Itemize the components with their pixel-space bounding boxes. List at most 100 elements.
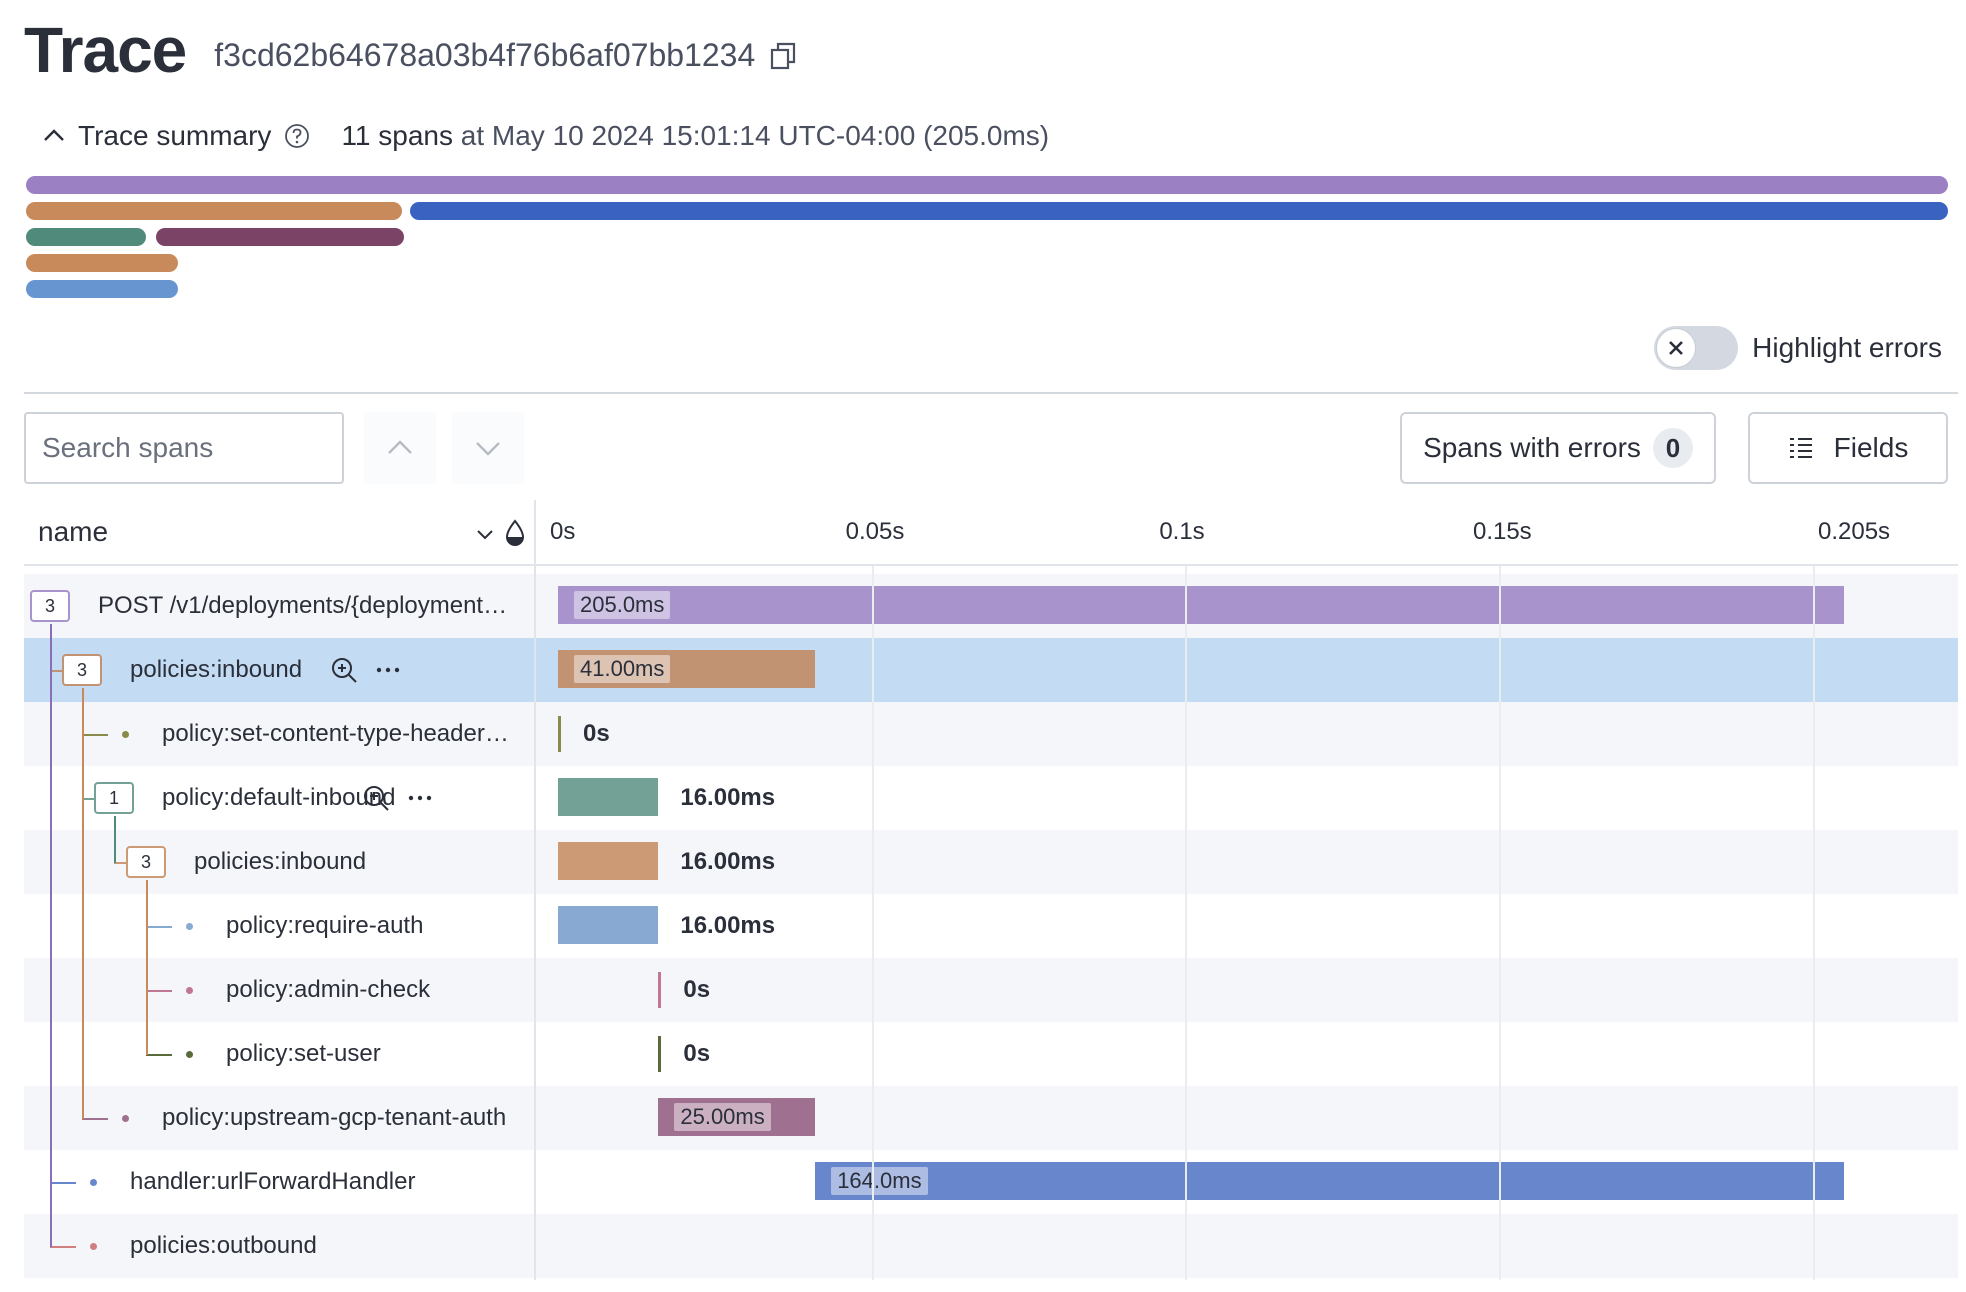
help-icon[interactable] — [283, 122, 311, 150]
span-table: 3 POST /v1/deployments/{deployment… 205.0m… — [24, 500, 1958, 1280]
span-name: policy:set-user — [226, 1040, 381, 1067]
child-count-box[interactable]: 3 — [126, 846, 166, 878]
tree-connector — [146, 926, 172, 928]
span-name: policy:require-auth — [226, 912, 424, 939]
tree-connector — [146, 1054, 172, 1056]
span-row[interactable]: policy:set-content-type-header… 0s — [24, 702, 1958, 766]
child-count-box[interactable]: 3 — [62, 654, 102, 686]
span-bar[interactable] — [815, 1162, 1844, 1200]
highlight-errors-control: Highlight errors — [1654, 326, 1942, 370]
child-count-box[interactable]: 1 — [94, 782, 134, 814]
column-divider[interactable] — [534, 500, 536, 1280]
timeline-gridline — [1812, 566, 1815, 1280]
tree-spine — [146, 880, 148, 1055]
span-name: policies:inbound — [130, 656, 303, 683]
span-dot — [90, 1243, 97, 1250]
fields-label: Fields — [1833, 432, 1909, 463]
chevron-down-icon — [476, 442, 500, 456]
span-name: policy:default-inbound — [162, 784, 396, 811]
span-name: policies:inbound — [194, 848, 367, 875]
timeline-gridline — [871, 566, 874, 1280]
timeline-tick-label: 0.205s — [1818, 518, 1891, 545]
span-name: policy:upstream-gcp-tenant-auth — [162, 1104, 507, 1131]
span-count: 11 spans — [341, 120, 453, 151]
span-name: policies:outbound — [130, 1232, 317, 1259]
highlight-errors-label: Highlight errors — [1752, 332, 1942, 363]
span-row[interactable]: policy:admin-check 0s — [24, 958, 1958, 1022]
span-duration: 41.00ms — [574, 655, 671, 683]
trace-id: f3cd62b64678a03b4f76b6af07bb1234 — [214, 36, 756, 73]
span-duration: 205.0ms — [574, 591, 671, 619]
highlight-errors-toggle[interactable] — [1654, 326, 1739, 370]
span-bar[interactable] — [558, 586, 1844, 624]
search-input[interactable] — [24, 412, 344, 484]
zoom-in-icon[interactable] — [330, 656, 358, 684]
span-name: handler:urlForwardHandler — [130, 1168, 416, 1195]
more-icon[interactable] — [406, 784, 434, 812]
span-bar[interactable] — [558, 716, 561, 752]
child-count-box[interactable]: 3 — [30, 590, 70, 622]
span-bar[interactable] — [558, 778, 659, 816]
span-duration: 25.00ms — [674, 1103, 771, 1131]
span-row[interactable]: policy:upstream-gcp-tenant-auth 25.00ms — [24, 1086, 1958, 1150]
divider — [24, 392, 1958, 394]
span-name: POST /v1/deployments/{deployment… — [98, 592, 508, 619]
span-duration: 16.00ms — [680, 784, 776, 811]
span-bar[interactable] — [558, 842, 659, 880]
more-icon[interactable] — [374, 656, 402, 684]
color-by-icon[interactable] — [502, 518, 528, 548]
errors-label: Spans with errors — [1423, 432, 1641, 463]
minimap-bar — [26, 202, 402, 220]
timeline-tick-label: 0.1s — [1159, 518, 1205, 545]
trace-minimap[interactable] — [26, 176, 1950, 306]
timeline-gridline — [1185, 566, 1188, 1280]
zoom-in-icon[interactable] — [362, 784, 390, 812]
span-duration: 16.00ms — [680, 912, 776, 939]
chevron-up-icon — [388, 440, 412, 454]
page-header: Trace f3cd62b64678a03b4f76b6af07bb1234 — [24, 10, 799, 90]
span-duration: 164.0ms — [831, 1167, 928, 1195]
chevron-up-icon[interactable] — [40, 122, 68, 150]
span-row[interactable]: 3 policies:inbound 41.00ms — [24, 638, 1958, 702]
tree-spine — [50, 624, 52, 1247]
span-dot — [122, 731, 129, 738]
minimap-bar — [156, 228, 404, 246]
span-row[interactable]: handler:urlForwardHandler 164.0ms — [24, 1150, 1958, 1214]
timeline-tick-label: 0s — [550, 518, 576, 545]
span-dot — [186, 1051, 193, 1058]
table-header: name 0s 0.05s 0.1s 0.15s 0.205s — [24, 500, 1958, 566]
span-row[interactable]: 3 policies:inbound 16.00ms — [24, 830, 1958, 894]
tree-spine — [114, 816, 116, 863]
tree-connector — [146, 990, 172, 992]
copy-icon[interactable] — [769, 41, 799, 71]
span-dot — [90, 1179, 97, 1186]
previous-match-button[interactable] — [364, 412, 436, 484]
trace-summary-toggle[interactable]: Trace summary — [78, 120, 271, 152]
fields-button[interactable]: Fields — [1748, 412, 1948, 484]
span-row[interactable]: 3 POST /v1/deployments/{deployment… 205.0m… — [24, 574, 1958, 638]
next-match-button[interactable] — [452, 412, 524, 484]
span-duration: 0s — [683, 1040, 711, 1067]
minimap-bar — [410, 202, 1948, 220]
span-row[interactable]: policy:set-user 0s — [24, 1022, 1958, 1086]
span-dot — [186, 987, 193, 994]
span-dot — [122, 1115, 129, 1122]
spans-with-errors-button[interactable]: Spans with errors 0 — [1400, 412, 1716, 484]
page-title: Trace — [24, 14, 187, 86]
span-name: policy:admin-check — [226, 976, 431, 1003]
span-row[interactable]: policies:outbound — [24, 1214, 1958, 1278]
span-row[interactable]: policy:require-auth 16.00ms — [24, 894, 1958, 958]
tree-connector — [82, 1118, 108, 1120]
trace-summary-info: 11 spans at May 10 2024 15:01:14 UTC-04:… — [341, 120, 1049, 152]
name-column-header[interactable]: name — [38, 516, 108, 548]
trace-time: at May 10 2024 15:01:14 UTC-04:00 (205.0… — [460, 120, 1050, 151]
chevron-down-icon[interactable] — [472, 522, 498, 548]
span-bar[interactable] — [658, 972, 662, 1008]
span-bar[interactable] — [658, 1036, 662, 1072]
tree-connector — [50, 1182, 76, 1184]
span-bar[interactable] — [558, 906, 659, 944]
span-name: policy:set-content-type-header… — [162, 720, 509, 747]
timeline-tick-label: 0.15s — [1472, 518, 1532, 545]
span-duration: 0s — [583, 720, 610, 747]
span-row[interactable]: 1 policy:default-inbound 16.00ms — [24, 766, 1958, 830]
